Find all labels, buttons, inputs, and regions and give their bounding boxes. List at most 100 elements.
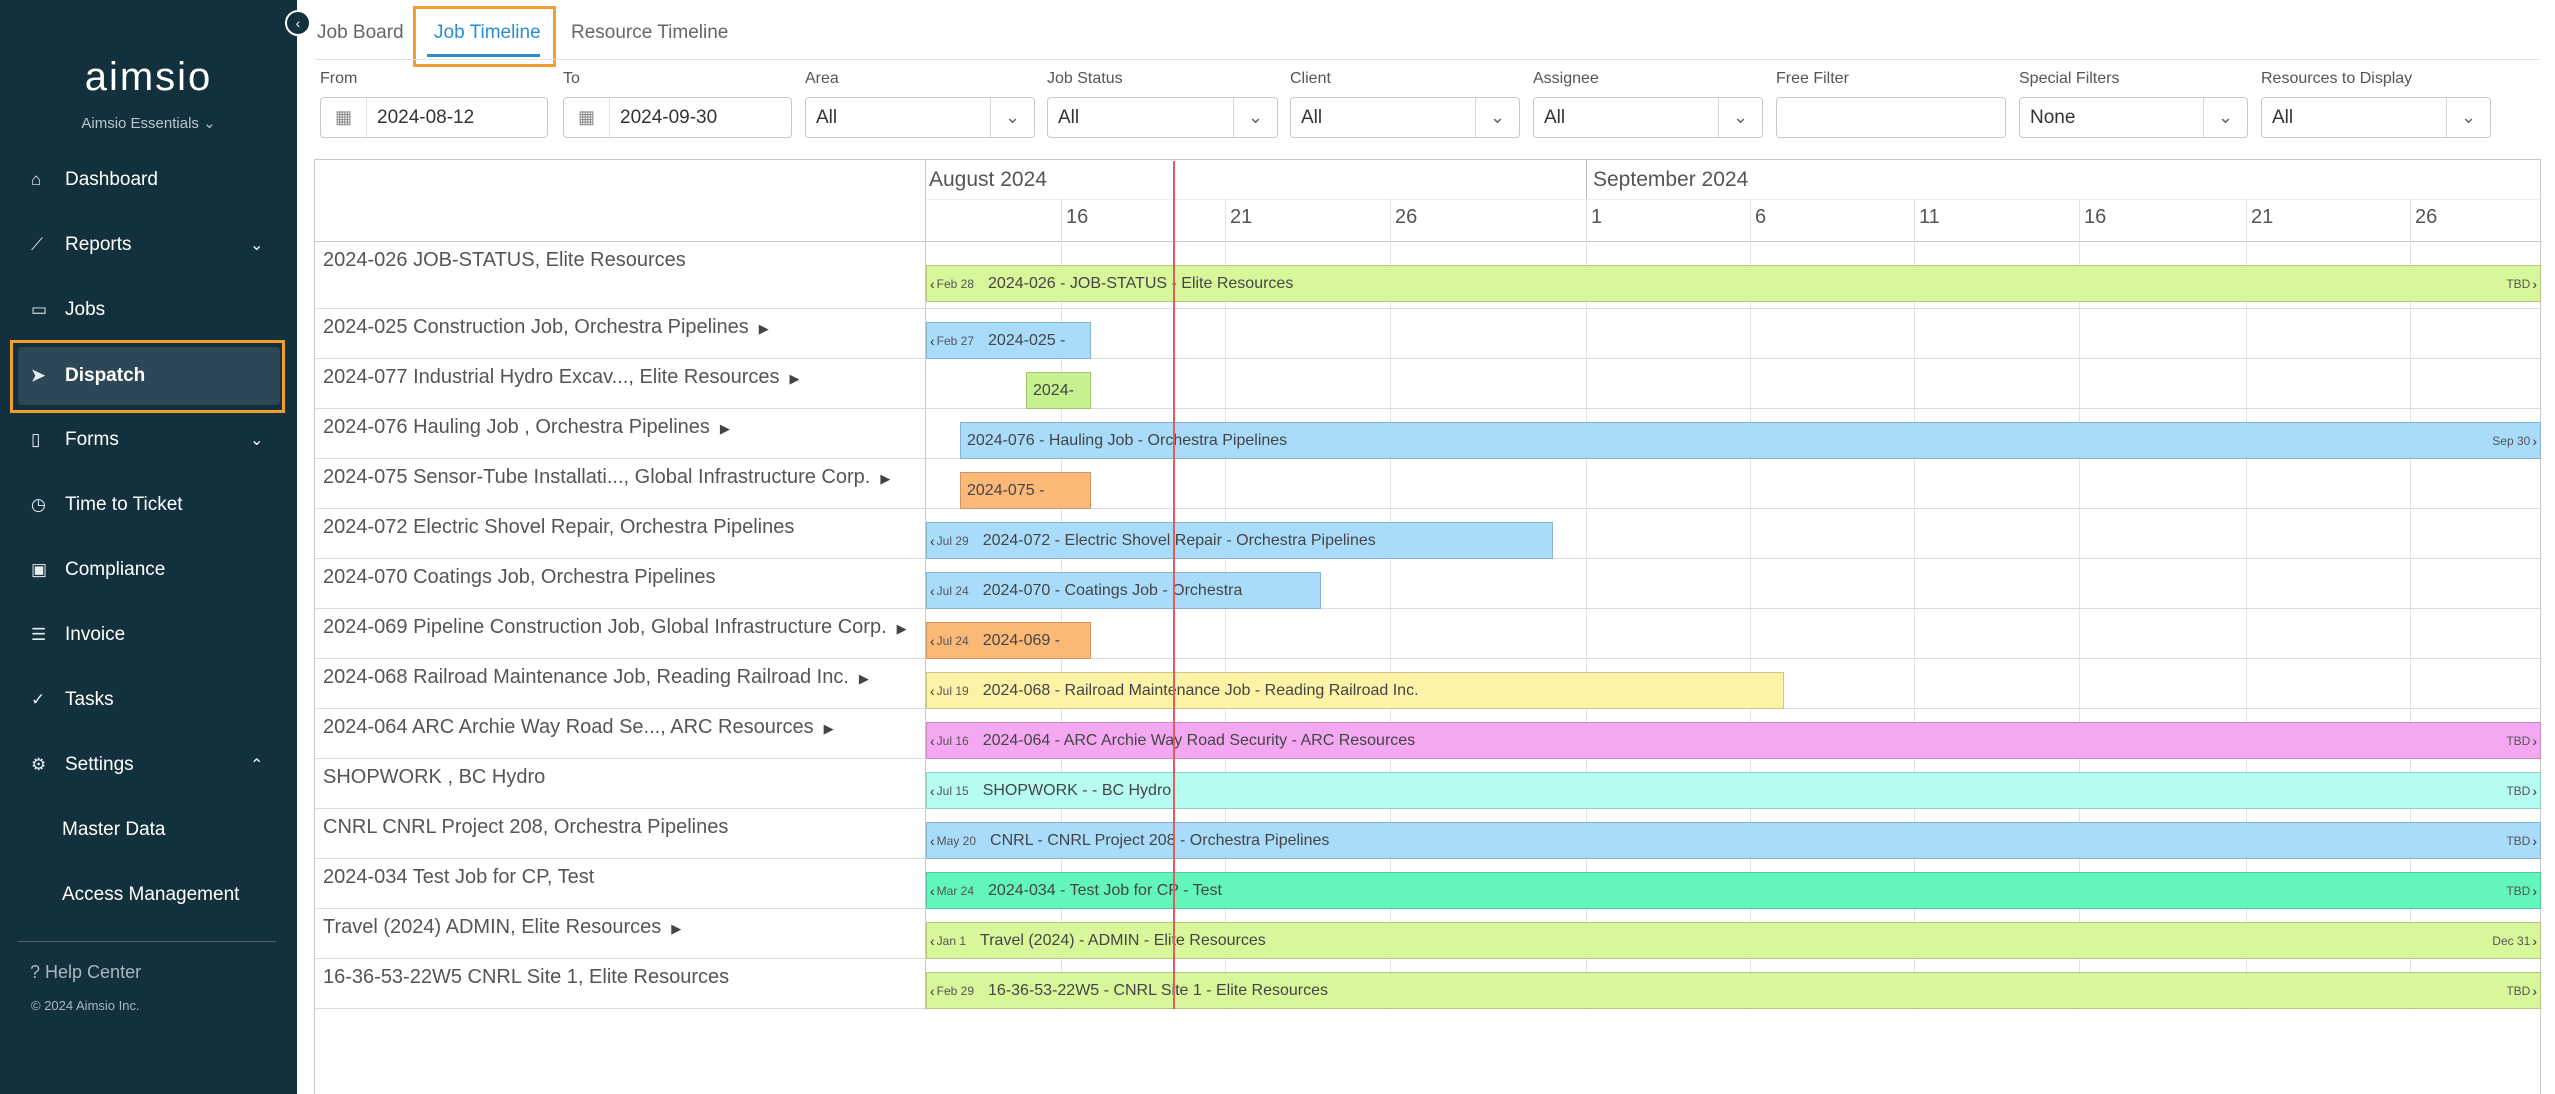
bar-start-date: Jul 29: [936, 533, 969, 548]
nav-forms[interactable]: ▯ Forms ⌄: [18, 411, 280, 469]
nav-master-data[interactable]: Master Data: [62, 819, 165, 841]
caret-right-icon[interactable]: ▶: [859, 671, 869, 686]
chevron-right-icon: ›: [2532, 832, 2537, 849]
nav-compliance[interactable]: ▣ Compliance: [18, 541, 280, 599]
job-bar[interactable]: ‹ Jul 15 SHOPWORK - - BC Hydro TBD ›: [926, 772, 2541, 809]
job-bar[interactable]: ‹ Jul 29 2024-072 - Electric Shovel Repair…: [926, 522, 1553, 559]
day-label: 21: [1230, 206, 1253, 228]
chevron-right-icon: ›: [2532, 782, 2537, 799]
client-select[interactable]: All ⌄: [1290, 97, 1520, 138]
job-row-title: 2024-026 JOB-STATUS, Elite Resources: [323, 249, 686, 271]
job-row-label[interactable]: 2024-025 Construction Job, Orchestra Pip…: [323, 316, 769, 339]
chevron-down-icon: ⌄: [2446, 98, 2490, 137]
job-row-label[interactable]: 2024-075 Sensor-Tube Installati..., Glob…: [323, 466, 890, 489]
job-bar[interactable]: 2024-: [1026, 372, 1091, 409]
caret-right-icon[interactable]: ▶: [671, 921, 681, 936]
nav-invoice[interactable]: ☰ Invoice: [18, 606, 280, 664]
caret-right-icon[interactable]: ▶: [824, 721, 834, 736]
assignee-select[interactable]: All ⌄: [1533, 97, 1763, 138]
nav-access-management[interactable]: Access Management: [62, 884, 239, 906]
bar-start-date: Jul 16: [936, 733, 969, 748]
nav-time-to-ticket[interactable]: ◷ Time to Ticket: [18, 476, 280, 534]
job-row-label[interactable]: 2024-069 Pipeline Construction Job, Glob…: [323, 616, 907, 639]
to-date-field[interactable]: ▦ 2024-09-30: [563, 97, 792, 138]
job-bar[interactable]: ‹ Jul 24 2024-069 -: [926, 622, 1091, 659]
job-row-label[interactable]: 2024-072 Electric Shovel Repair, Orchest…: [323, 516, 794, 539]
nav-label: Dispatch: [65, 365, 146, 386]
caret-right-icon[interactable]: ▶: [720, 421, 730, 436]
edition-selector[interactable]: Aimsio Essentials ⌄: [0, 114, 297, 132]
chevron-right-icon: ›: [2532, 732, 2537, 749]
job-bar[interactable]: ‹ Jul 16 2024-064 - ARC Archie Way Road Se…: [926, 722, 2541, 759]
job-row-label[interactable]: 2024-068 Railroad Maintenance Job, Readi…: [323, 666, 869, 689]
job-status-select[interactable]: All ⌄: [1047, 97, 1278, 138]
job-row-label[interactable]: 2024-026 JOB-STATUS, Elite Resources: [323, 249, 686, 272]
job-row-label[interactable]: 2024-034 Test Job for CP, Test: [323, 866, 594, 889]
collapse-sidebar-button[interactable]: ‹: [285, 10, 311, 36]
area-select[interactable]: All ⌄: [805, 97, 1035, 138]
bar-end-date: Sep 30: [2492, 433, 2531, 448]
nav-jobs[interactable]: ▭ Jobs: [18, 281, 280, 339]
caret-right-icon[interactable]: ▶: [897, 621, 907, 636]
bar-title: 2024-068 - Railroad Maintenance Job - Re…: [982, 681, 1419, 699]
chevron-left-icon: ‹: [930, 882, 935, 899]
bar-start-date: Jul 24: [936, 633, 969, 648]
job-bar[interactable]: 2024-075 -: [960, 472, 1091, 509]
chevron-left-icon: ‹: [930, 932, 935, 949]
bar-end-date: TBD: [2506, 883, 2531, 898]
job-row-label[interactable]: CNRL CNRL Project 208, Orchestra Pipelin…: [323, 816, 728, 839]
nav-label: Forms: [65, 429, 119, 450]
job-bar[interactable]: ‹ Feb 29 16-36-53-22W5 - CNRL Site 1 - Eli…: [926, 972, 2541, 1009]
nav-reports[interactable]: ⟋ Reports ⌄: [18, 216, 280, 274]
caret-right-icon[interactable]: ▶: [790, 371, 800, 386]
send-icon: ➤: [31, 366, 46, 385]
caret-right-icon[interactable]: ▶: [759, 321, 769, 336]
job-row-label[interactable]: 2024-064 ARC Archie Way Road Se..., ARC …: [323, 716, 834, 739]
sidebar: aimsio Aimsio Essentials ⌄ ⌂ Dashboard ⟋…: [0, 0, 297, 1094]
tab-resource-timeline[interactable]: Resource Timeline: [571, 22, 728, 44]
job-row-label[interactable]: 2024-077 Industrial Hydro Excav..., Elit…: [323, 366, 800, 389]
bar-title: 2024-072 - Electric Shovel Repair - Orch…: [982, 531, 1376, 549]
clock-icon: ◷: [31, 495, 46, 514]
job-bar[interactable]: ‹ May 20 CNRL - CNRL Project 208 - Orchest…: [926, 822, 2541, 859]
nav-settings[interactable]: ⚙ Settings ⌃: [18, 736, 280, 794]
free-filter-input[interactable]: [1776, 97, 2006, 138]
resources-select[interactable]: All ⌄: [2261, 97, 2491, 138]
assignee-value: All: [1544, 106, 1566, 128]
job-bar[interactable]: ‹ Mar 24 2024-034 - Test Job for CP - Test…: [926, 872, 2541, 909]
special-filters-label: Special Filters: [2019, 70, 2120, 87]
aimsio-logo[interactable]: aimsio: [0, 55, 297, 100]
nav-label: Settings: [65, 754, 134, 775]
job-row-label[interactable]: 2024-070 Coatings Job, Orchestra Pipelin…: [323, 566, 715, 589]
job-row-label[interactable]: 16-36-53-22W5 CNRL Site 1, Elite Resourc…: [323, 966, 729, 989]
job-row-title: 16-36-53-22W5 CNRL Site 1, Elite Resourc…: [323, 966, 730, 988]
job-bar[interactable]: ‹ Jul 24 2024-070 - Coatings Job - Orchest…: [926, 572, 1321, 609]
job-bar[interactable]: ‹ Jul 19 2024-068 - Railroad Maintenance J…: [926, 672, 1784, 709]
from-date-field[interactable]: ▦ 2024-08-12: [320, 97, 548, 138]
area-value: All: [816, 106, 838, 128]
chevron-left-icon: ‹: [930, 532, 935, 549]
tab-job-board[interactable]: Job Board: [317, 22, 404, 44]
job-row-label[interactable]: 2024-076 Hauling Job , Orchestra Pipelin…: [323, 416, 730, 439]
nav-label: Jobs: [65, 299, 106, 320]
special-filters-select[interactable]: None ⌄: [2019, 97, 2248, 138]
bar-title: 2024-064 - ARC Archie Way Road Security …: [982, 731, 1416, 749]
table-row-divider: [315, 508, 2542, 509]
bar-end-date: TBD: [2506, 833, 2531, 848]
job-row-label[interactable]: Travel (2024) ADMIN, Elite Resources ▶: [323, 916, 681, 939]
job-row-label[interactable]: SHOPWORK , BC Hydro: [323, 766, 545, 789]
nav-dispatch[interactable]: ➤ Dispatch: [18, 347, 280, 405]
help-center-link[interactable]: ? Help Center: [30, 962, 141, 983]
job-bar[interactable]: ‹ Feb 28 2024-026 - JOB-STATUS - Elite Res…: [926, 265, 2541, 302]
nav-dashboard[interactable]: ⌂ Dashboard: [18, 151, 280, 209]
nav-tasks[interactable]: ✓ Tasks: [18, 671, 280, 729]
job-timeline-grid: August 2024 September 2024 16 21 26 1 6 11 16 21 2…: [314, 159, 2542, 1094]
compliance-icon: ▣: [31, 560, 48, 579]
job-row-title: 2024-069 Pipeline Construction Job, Glob…: [323, 616, 887, 638]
job-bar[interactable]: ‹ Feb 27 2024-025 -: [926, 322, 1091, 359]
job-bar[interactable]: ‹ Jan 1 Travel (2024) - ADMIN - Elite Reso…: [926, 922, 2541, 959]
job-row-title: 2024-068 Railroad Maintenance Job, Readi…: [323, 666, 849, 688]
caret-right-icon[interactable]: ▶: [880, 471, 890, 486]
to-date-value: 2024-09-30: [620, 106, 718, 128]
job-bar[interactable]: 2024-076 - Hauling Job - Orchestra Pipel…: [960, 422, 2541, 459]
